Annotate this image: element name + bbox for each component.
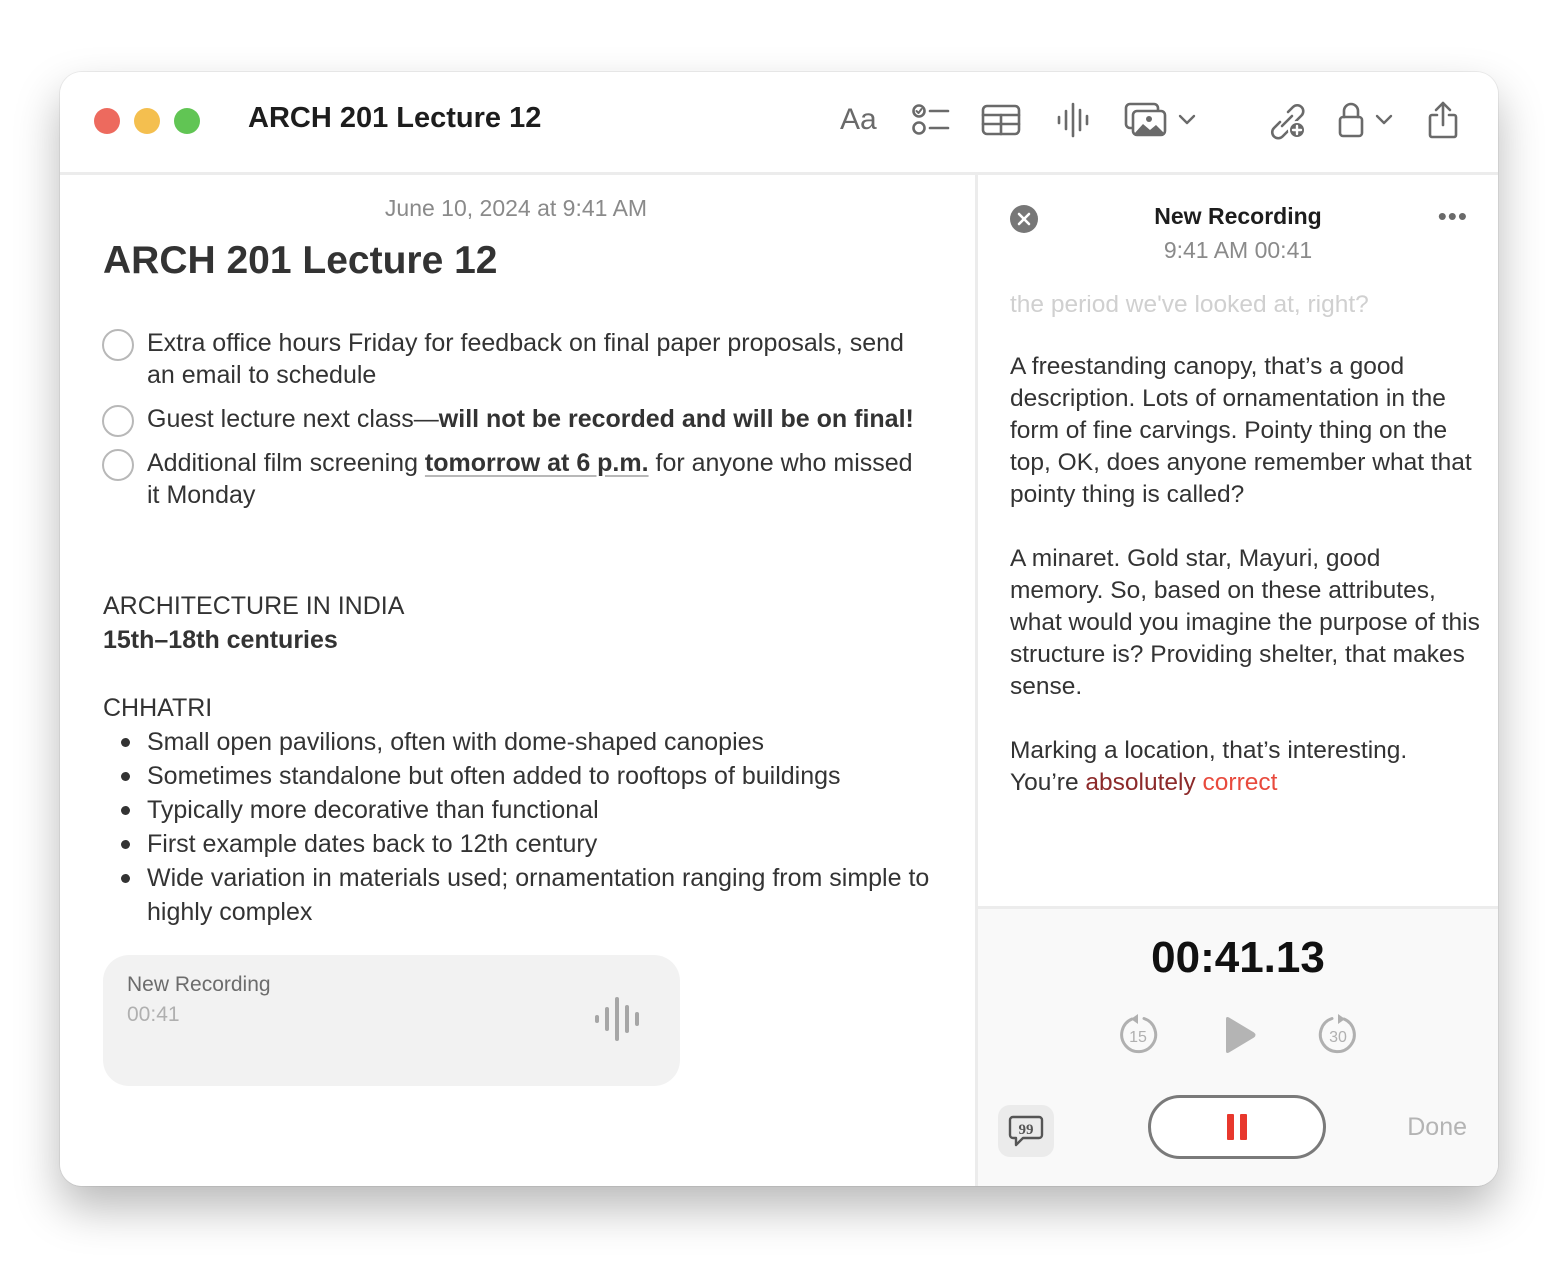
format-text-icon[interactable]: Aa <box>840 96 877 144</box>
checklist-icon[interactable] <box>912 96 952 144</box>
skip-forward-button[interactable]: 30 <box>1316 1013 1360 1057</box>
transcript-faded-line: the period we've looked at, right? <box>1010 295 1369 318</box>
checklist-item-text: Additional film screening <box>147 449 425 477</box>
play-icon <box>1226 1017 1256 1053</box>
more-options-icon[interactable]: ••• <box>1438 201 1468 232</box>
audio-waveform-icon <box>593 997 641 1046</box>
table-icon[interactable] <box>981 96 1021 144</box>
skip-forward-30-icon: 30 <box>1318 1014 1356 1054</box>
section-subheading: 15th–18th centuries <box>103 626 338 654</box>
transcript-paragraph: A minaret. Gold star, Mayuri, good memor… <box>1010 545 1480 700</box>
bullet-dot-icon <box>121 806 130 815</box>
recording-subtitle: 9:41 AM 00:41 <box>1163 237 1313 263</box>
recording-title: New Recording <box>1154 203 1322 229</box>
bullet-dot-icon <box>121 772 130 781</box>
share-icon[interactable] <box>1427 96 1459 144</box>
collaborate-link-icon[interactable] <box>1266 96 1308 144</box>
bullet-list: Small open pavilions, often with dome-sh… <box>103 725 943 929</box>
recording-timer: 00:41.13 <box>1151 933 1325 982</box>
notes-window: ARCH 201 Lecture 12 Aa June 10, 2024 at … <box>60 72 1498 1186</box>
bullet-text: Small open pavilions, often with dome-sh… <box>147 728 765 756</box>
checkbox[interactable] <box>102 405 134 437</box>
bullet-text: Wide variation in materials used; orname… <box>147 864 930 926</box>
bullet-item: First example dates back to 12th century <box>103 827 943 861</box>
checklist-item: Additional film screening tomorrow at 6 … <box>102 447 922 511</box>
zoom-window-button[interactable] <box>174 108 200 134</box>
checklist-item-bold-text: will not be recorded and will be on fina… <box>438 405 914 433</box>
transcript-toggle-button[interactable]: 99 <box>998 1105 1054 1157</box>
done-button[interactable]: Done <box>1407 1113 1467 1142</box>
transcript-highlight-word: absolutely <box>1085 769 1196 796</box>
pause-icon <box>1227 1114 1234 1140</box>
close-window-button[interactable] <box>94 108 120 134</box>
transcript-paragraph: Marking a location, that’s interesting. … <box>1010 735 1480 799</box>
checklist-item: Guest lecture next class—will not be rec… <box>102 403 922 437</box>
quote-bubble-icon: 99 <box>1008 1115 1044 1147</box>
section-heading: ARCHITECTURE IN INDIA <box>103 592 405 620</box>
recording-card-duration: 00:41 <box>127 1003 180 1026</box>
checklist: Extra office hours Friday for feedback o… <box>102 327 922 523</box>
bullet-text: First example dates back to 12th century <box>147 830 598 858</box>
bullet-dot-icon <box>121 738 130 747</box>
svg-text:15: 15 <box>1129 1029 1147 1046</box>
bullet-text: Typically more decorative than functiona… <box>147 796 599 824</box>
playback-controls: 00:41.13 15 30 99 Done <box>978 906 1498 1186</box>
play-button[interactable] <box>1222 1015 1258 1055</box>
window-title: ARCH 201 Lecture 12 <box>248 102 542 134</box>
chevron-down-icon[interactable] <box>1177 96 1197 144</box>
note-date: June 10, 2024 at 9:41 AM <box>384 195 648 221</box>
checklist-item: Extra office hours Friday for feedback o… <box>102 327 922 391</box>
pause-icon <box>1240 1114 1247 1140</box>
transcript-current-word: correct <box>1202 769 1278 796</box>
topic-heading: CHHATRI <box>103 694 213 722</box>
svg-text:99: 99 <box>1019 1122 1034 1138</box>
title-bar: ARCH 201 Lecture 12 Aa <box>60 72 1498 175</box>
lock-icon[interactable] <box>1338 96 1364 144</box>
checklist-item-text: Guest lecture next class— <box>147 405 439 433</box>
transcript-paragraph: A freestanding canopy, that’s a good des… <box>1010 353 1472 508</box>
transcript[interactable]: the period we've looked at, right? A fre… <box>1010 295 1480 905</box>
bullet-item: Typically more decorative than functiona… <box>103 793 943 827</box>
bullet-item: Small open pavilions, often with dome-sh… <box>103 725 943 759</box>
bullet-dot-icon <box>121 874 130 883</box>
minimize-window-button[interactable] <box>134 108 160 134</box>
checklist-item-text: Extra office hours Friday for feedback o… <box>147 329 904 389</box>
recording-card-title: New Recording <box>127 973 271 996</box>
bullet-item: Sometimes standalone but often added to … <box>103 759 943 793</box>
checkbox[interactable] <box>102 329 134 361</box>
bullet-dot-icon <box>121 840 130 849</box>
checkbox[interactable] <box>102 449 134 481</box>
bullet-text: Sometimes standalone but often added to … <box>147 762 841 790</box>
chevron-down-icon[interactable] <box>1374 96 1394 144</box>
bullet-item: Wide variation in materials used; orname… <box>103 861 943 929</box>
pause-recording-button[interactable] <box>1148 1095 1326 1159</box>
svg-text:30: 30 <box>1329 1029 1347 1046</box>
skip-back-15-icon: 15 <box>1120 1014 1158 1054</box>
recording-attachment-card[interactable]: New Recording 00:41 <box>103 955 680 1086</box>
media-icon[interactable] <box>1124 96 1168 144</box>
note-editor[interactable]: June 10, 2024 at 9:41 AM ARCH 201 Lectur… <box>60 175 975 1186</box>
audio-waveform-icon[interactable] <box>1056 96 1090 144</box>
note-title: ARCH 201 Lecture 12 <box>103 239 498 282</box>
date-detected-link[interactable]: tomorrow at 6 p.m. <box>425 449 649 477</box>
recording-panel: New Recording 9:41 AM 00:41 ••• the peri… <box>978 175 1498 1186</box>
skip-back-button[interactable]: 15 <box>1116 1013 1160 1057</box>
